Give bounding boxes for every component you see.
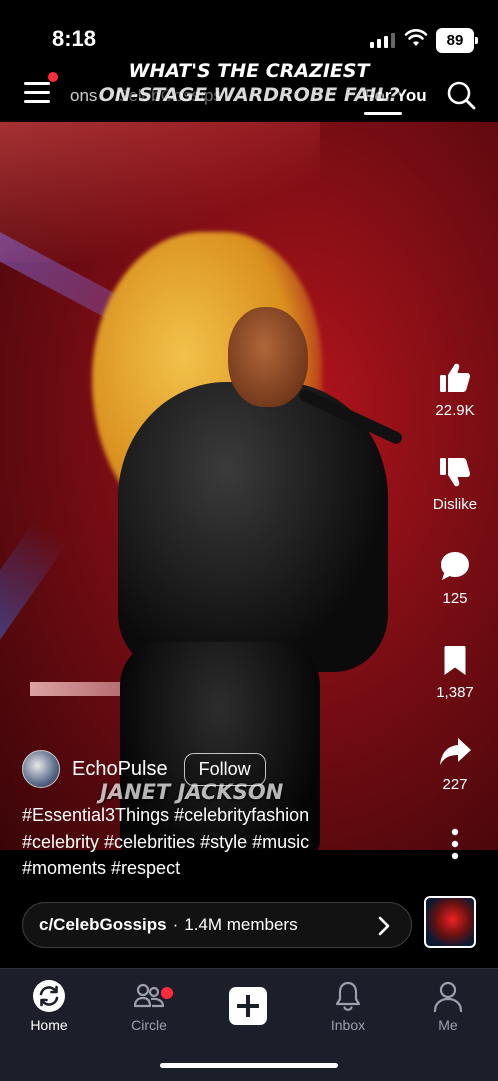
video-caption-line1: WHAT'S THE CRAZIEST — [128, 60, 370, 82]
dislike-label: Dislike — [432, 496, 478, 513]
more-icon — [451, 828, 459, 860]
hashtags-line: #moments #respect — [22, 858, 181, 878]
tab-inbox-label: Inbox — [330, 1017, 366, 1033]
home-indicator — [160, 1063, 338, 1068]
bookmark-icon — [444, 646, 466, 675]
hashtags-line: #Essential3Things #celebrityfashion — [22, 805, 310, 825]
likes-count: 22.9K — [435, 402, 475, 419]
post-description[interactable]: #Essential3Things #celebrityfashion #cel… — [22, 802, 402, 882]
performer-face — [228, 307, 308, 407]
create-post-button[interactable] — [229, 987, 267, 1025]
like-button[interactable]: 22.9K — [420, 360, 490, 419]
battery-indicator: 89 — [436, 28, 478, 53]
video-caption-line2: ON-STAGE WARDROBE FAIL? — [98, 84, 400, 106]
share-icon — [440, 738, 471, 765]
chevron-right-icon — [378, 916, 390, 936]
community-members: 1.4M members — [184, 915, 298, 934]
share-button[interactable]: 227 — [420, 734, 490, 793]
person-icon — [433, 981, 463, 1013]
avatar[interactable] — [22, 750, 60, 788]
comments-count: 125 — [442, 590, 468, 607]
community-thumbnail[interactable] — [424, 896, 476, 948]
saves-count: 1,387 — [436, 684, 474, 701]
performer-body — [118, 382, 388, 672]
status-bar: 8:18 89 — [0, 0, 498, 60]
bell-icon — [335, 981, 361, 1011]
active-tab-indicator — [364, 112, 402, 115]
dislike-button[interactable]: Dislike — [420, 454, 490, 513]
tab-me[interactable]: Me — [408, 979, 488, 1033]
tab-home[interactable]: Home — [9, 979, 89, 1033]
tab-circle-label: Circle — [131, 1017, 167, 1033]
author-name[interactable]: EchoPulse — [72, 758, 168, 781]
status-time: 8:18 — [52, 26, 97, 51]
stage-light-beam — [0, 519, 69, 674]
tab-inbox[interactable]: Inbox — [308, 979, 388, 1033]
hashtags-line: #celebrity #celebrities #style #music — [22, 831, 310, 852]
community-separator: · — [172, 915, 179, 934]
community-link[interactable]: c/CelebGossips · 1.4M members — [22, 902, 412, 948]
tab-me-label: Me — [438, 1017, 458, 1033]
community-name: c/CelebGossips — [39, 915, 167, 934]
comment-icon — [441, 552, 469, 580]
wifi-icon — [404, 29, 428, 46]
like-icon — [440, 363, 471, 392]
comment-button[interactable]: 125 — [420, 548, 490, 607]
more-button[interactable] — [420, 826, 490, 868]
notification-dot — [159, 985, 175, 1001]
shares-count: 227 — [442, 776, 468, 793]
author-row: EchoPulse Follow — [22, 750, 266, 788]
home-icon — [33, 980, 65, 1012]
tab-circle[interactable]: Circle — [109, 979, 189, 1033]
follow-button[interactable]: Follow — [183, 752, 266, 786]
signal-icon — [370, 32, 395, 48]
save-button[interactable]: 1,387 — [420, 642, 490, 701]
tab-home-label: Home — [30, 1017, 68, 1033]
dislike-icon — [440, 458, 471, 487]
